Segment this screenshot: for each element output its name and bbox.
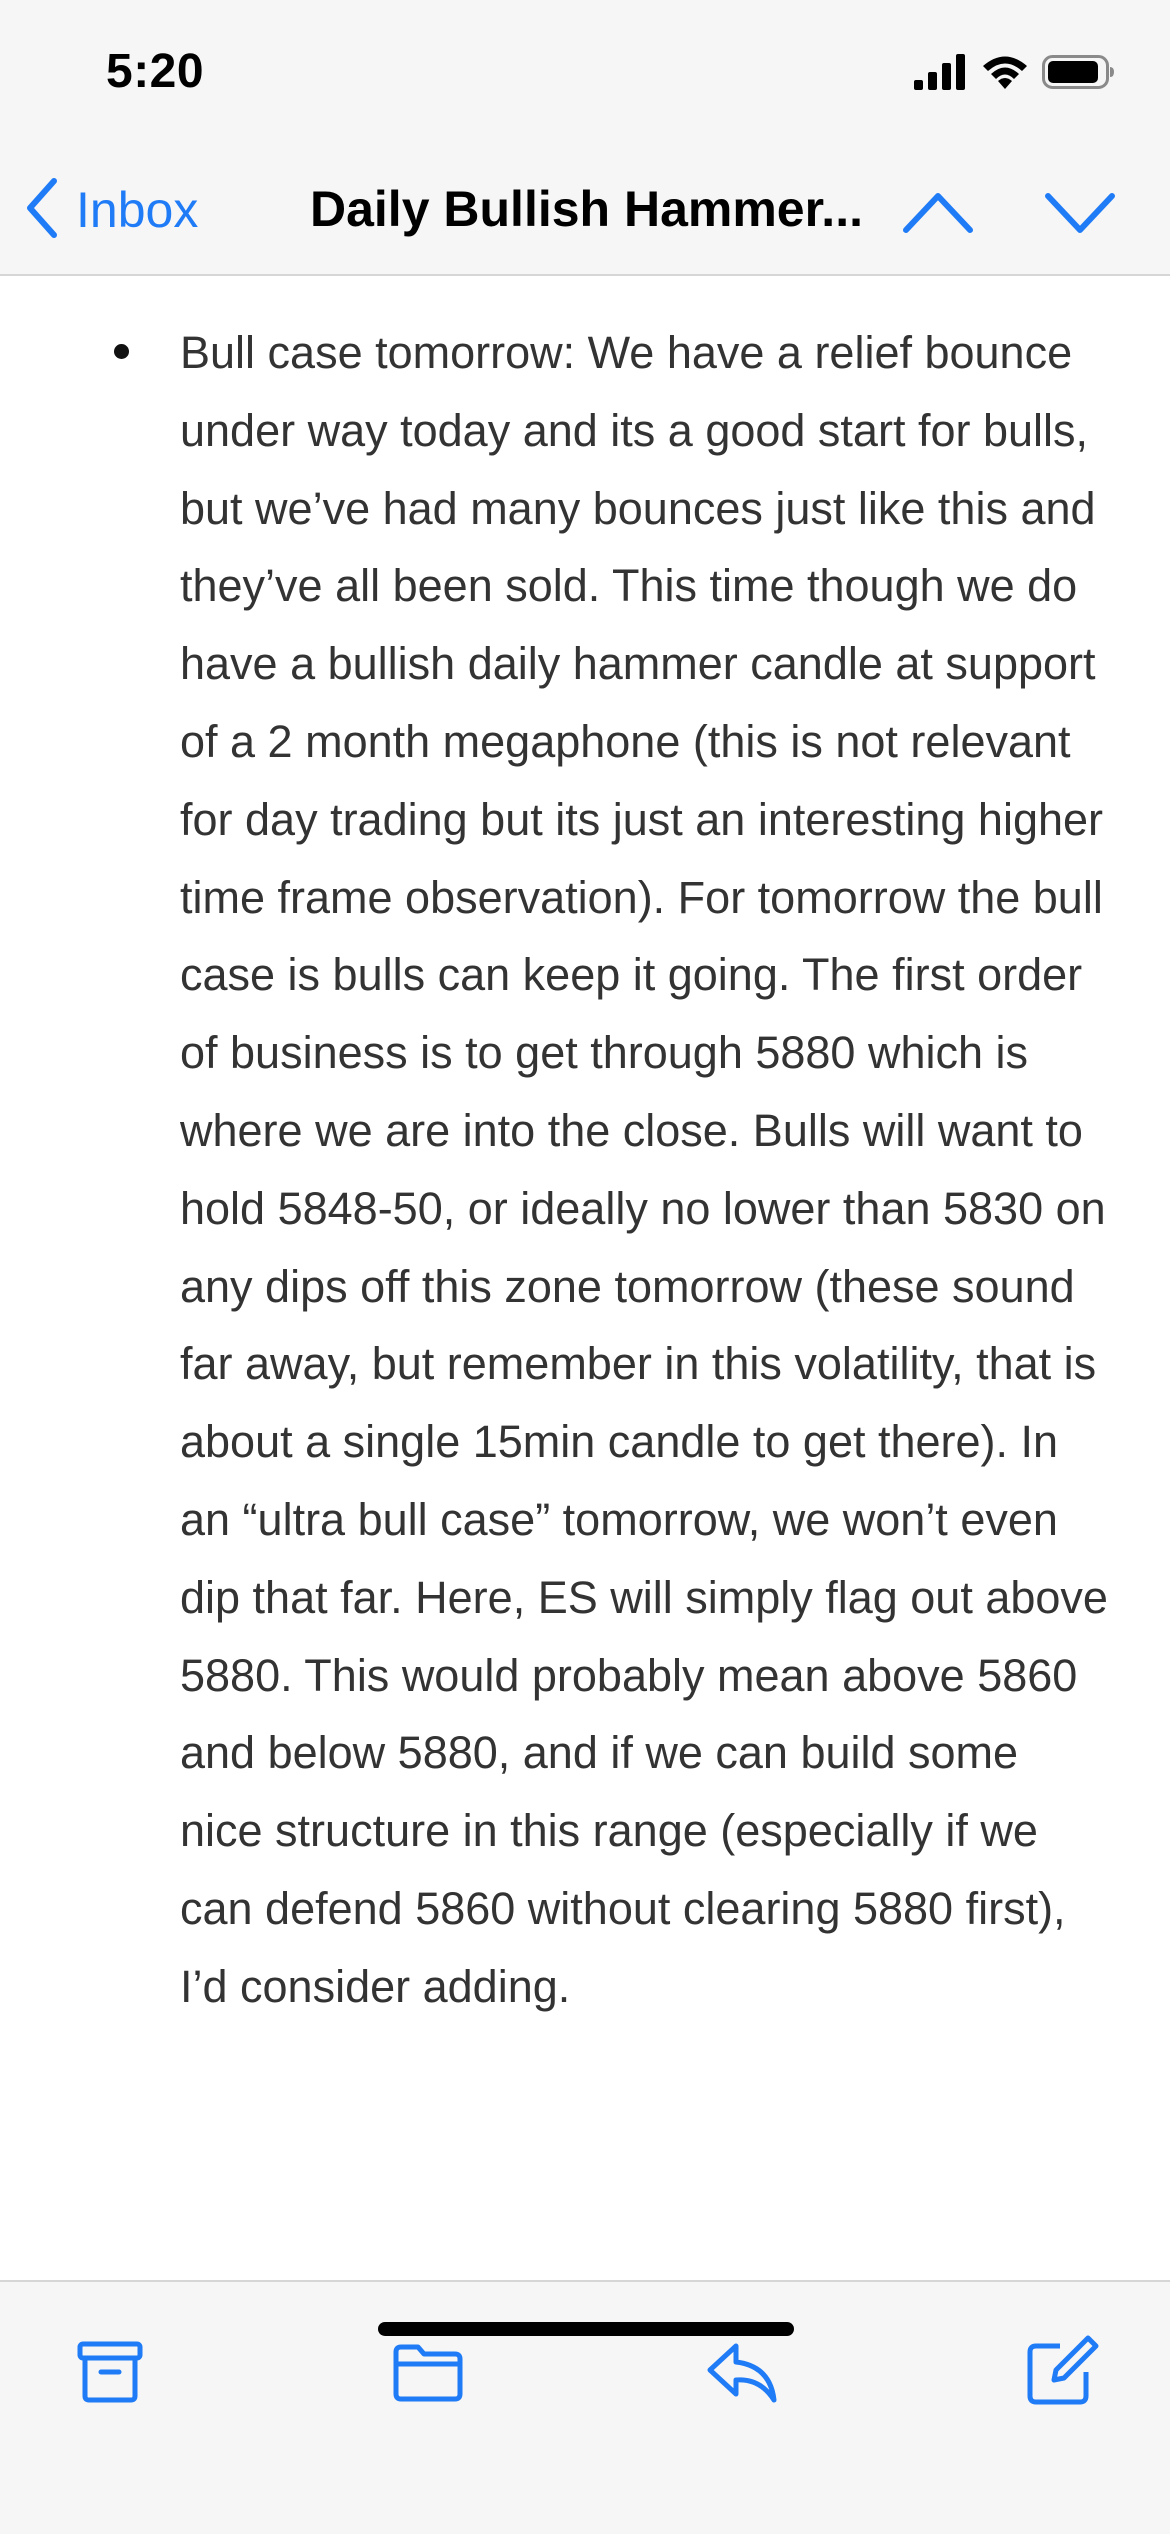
nav-bar: Inbox Daily Bullish Hammer... xyxy=(0,150,1170,276)
wifi-icon xyxy=(980,53,1030,96)
bottom-toolbar xyxy=(0,2280,1170,2534)
list-item: Bull case tomorrow: We have a relief bou… xyxy=(114,314,1110,2026)
chevron-down-icon xyxy=(1040,193,1120,252)
chevron-up-icon xyxy=(898,193,978,252)
archive-icon xyxy=(70,2341,150,2416)
bullet-list: Bull case tomorrow: We have a relief bou… xyxy=(114,314,1110,2026)
back-button[interactable]: Inbox xyxy=(22,170,198,250)
folder-icon xyxy=(388,2344,468,2416)
reply-icon xyxy=(702,2343,782,2416)
compose-icon xyxy=(1020,2335,1100,2416)
previous-message-button[interactable] xyxy=(898,176,978,248)
bullet-dot xyxy=(114,344,129,359)
cellular-signal-icon xyxy=(914,53,968,95)
reply-button[interactable] xyxy=(702,2332,782,2412)
email-subject-title: Daily Bullish Hammer... xyxy=(310,181,863,237)
home-indicator-bar[interactable] xyxy=(378,2322,794,2336)
move-to-folder-button[interactable] xyxy=(388,2332,468,2412)
status-bar: 5:20 xyxy=(0,0,1170,150)
back-label: Inbox xyxy=(76,182,199,238)
chevron-left-icon xyxy=(22,177,62,244)
email-body[interactable]: Bull case tomorrow: We have a relief bou… xyxy=(0,276,1170,2280)
compose-button[interactable] xyxy=(1020,2332,1100,2412)
status-time: 5:20 xyxy=(106,45,205,98)
battery-icon xyxy=(1042,53,1116,96)
archive-button[interactable] xyxy=(70,2332,150,2412)
next-message-button[interactable] xyxy=(1040,176,1120,248)
status-icons xyxy=(914,52,1116,96)
bullet-text: Bull case tomorrow: We have a relief bou… xyxy=(180,327,1108,2012)
